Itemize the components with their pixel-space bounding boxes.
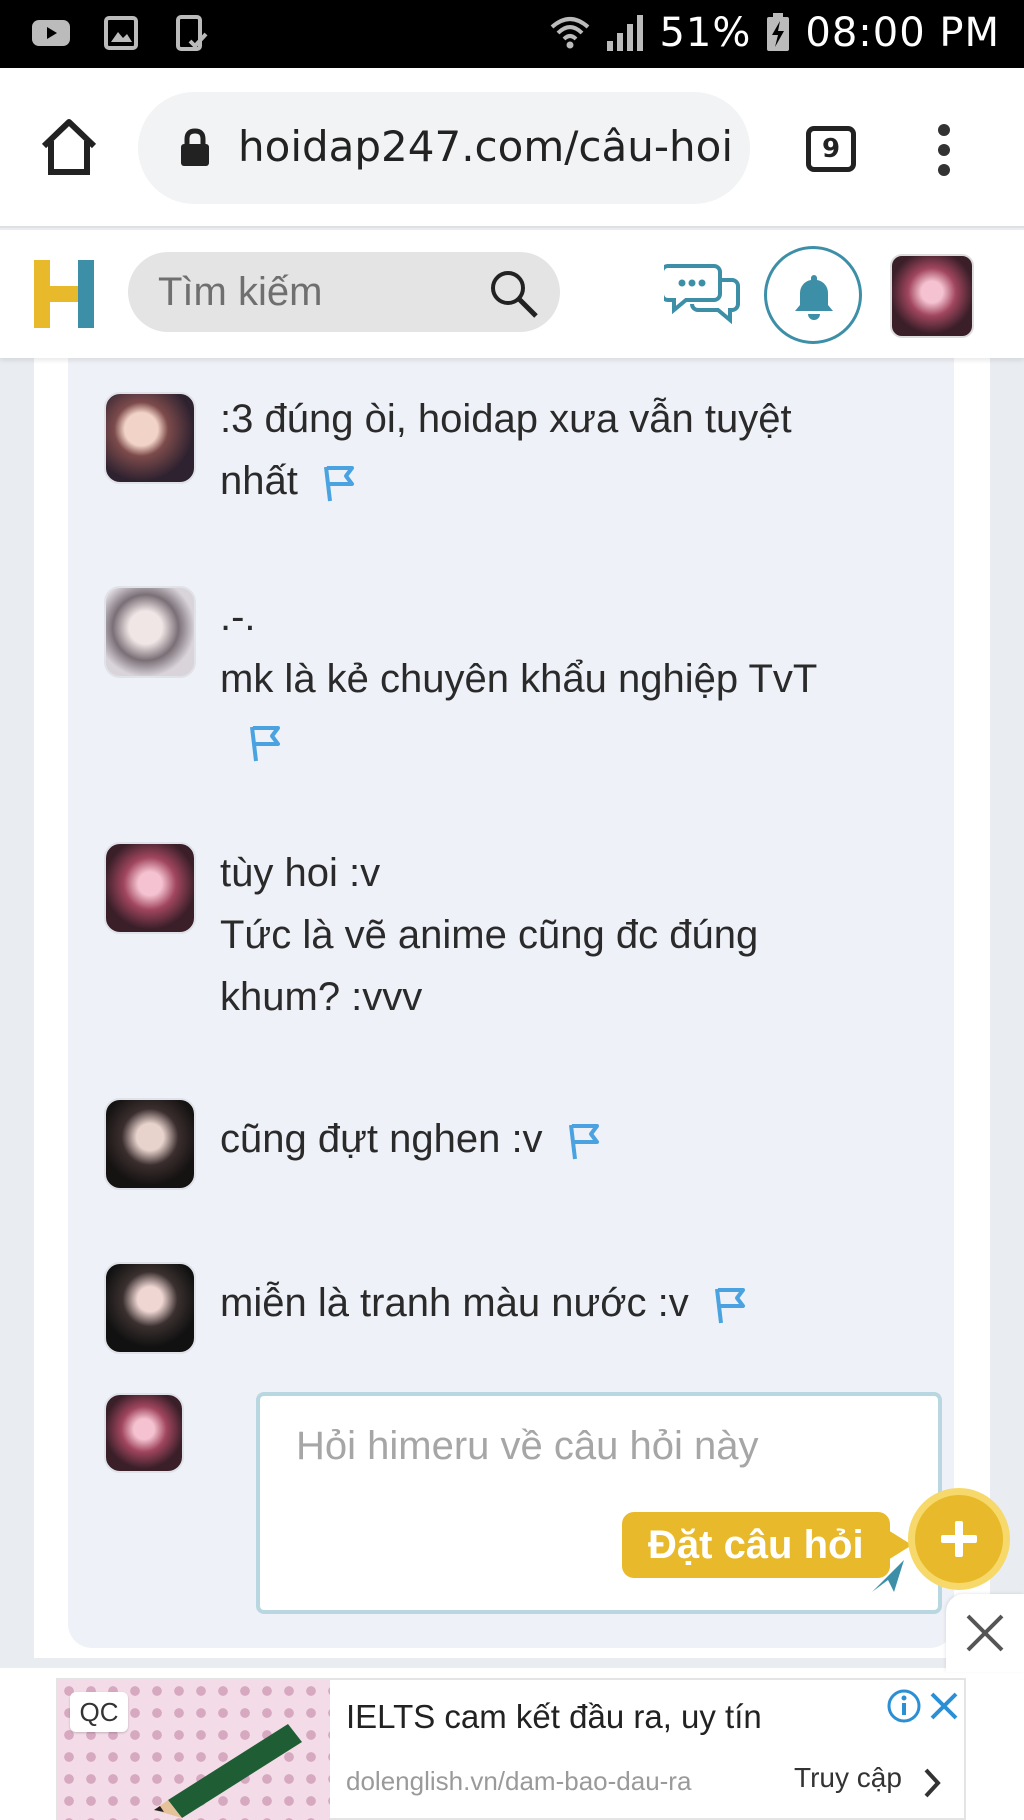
home-button[interactable] xyxy=(38,116,100,178)
ad-container[interactable]: QC IELTS cam kết đầu ra, uy tín dolengli… xyxy=(56,1678,966,1820)
avatar[interactable] xyxy=(104,586,196,678)
comment-line: nhất xyxy=(220,459,298,503)
plus-icon xyxy=(941,1521,977,1557)
comment-line: Tức là vẽ anime cũng đc đúng xyxy=(220,913,759,957)
site-logo[interactable] xyxy=(32,256,98,332)
search-placeholder: Tìm kiếm xyxy=(158,270,323,314)
current-user-avatar xyxy=(104,1393,184,1473)
ad-title[interactable]: IELTS cam kết đầu ra, uy tín xyxy=(346,1698,762,1736)
chat-icon[interactable] xyxy=(664,260,740,326)
gallery-icon xyxy=(100,14,142,52)
status-right: 51% 08:00 PM xyxy=(549,10,1000,56)
comment-line: .-. xyxy=(220,595,256,639)
ad-image: QC xyxy=(58,1680,330,1820)
ad-url: dolenglish.vn/dam-bao-dau-ra xyxy=(346,1766,692,1796)
ad-badge: QC xyxy=(70,1692,128,1732)
report-flag-icon[interactable] xyxy=(711,1285,747,1325)
device-check-icon xyxy=(170,14,212,52)
youtube-icon xyxy=(30,14,72,52)
avatar[interactable] xyxy=(104,1098,196,1190)
clock: 08:00 PM xyxy=(805,10,1000,56)
wifi-icon xyxy=(551,17,590,49)
reply-textarea[interactable]: Hỏi himeru về câu hỏi này xyxy=(256,1392,942,1614)
status-bar: 51% 08:00 PM xyxy=(0,0,1024,68)
close-icon xyxy=(966,1614,1004,1652)
comment-text: miễn là tranh màu nước :v xyxy=(220,1272,900,1334)
comment-text: cũng đựt nghen :v xyxy=(220,1108,900,1170)
status-left-icons xyxy=(30,14,212,52)
comment-text: :3 đúng òi, hoidap xưa vẫn tuyệt nhất xyxy=(220,388,900,512)
signal-icon xyxy=(607,15,644,51)
comment-line: mk là kẻ chuyên khẩu nghiệp TvT xyxy=(220,657,818,701)
url-text: hoidap247.com/câu-hoi xyxy=(238,122,733,171)
ad-close-icon[interactable] xyxy=(928,1690,960,1722)
search-bar[interactable]: Tìm kiếm xyxy=(128,252,560,332)
ad-cta-link[interactable]: Truy cập xyxy=(794,1762,902,1794)
screen: 51% 08:00 PM hoidap247.com/câu-hoi 9 Tìm… xyxy=(0,0,1024,1820)
info-icon[interactable] xyxy=(886,1688,922,1724)
comment-text: tùy hoi :v Tức là vẽ anime cũng đc đúng … xyxy=(220,842,900,1028)
battery-percent: 51% xyxy=(659,10,752,56)
user-avatar[interactable] xyxy=(890,254,974,338)
reply-placeholder: Hỏi himeru về câu hỏi này xyxy=(296,1424,759,1468)
comment-line: khum? :vvv xyxy=(220,975,423,1019)
home-icon xyxy=(41,119,97,175)
browser-toolbar: hoidap247.com/câu-hoi 9 xyxy=(0,68,1024,228)
avatar[interactable] xyxy=(104,1262,196,1354)
tab-switcher-button[interactable]: 9 xyxy=(806,126,856,172)
chevron-right-icon[interactable] xyxy=(920,1766,944,1800)
overflow-menu-button[interactable] xyxy=(934,124,954,176)
content-area: :3 đúng òi, hoidap xưa vẫn tuyệt nhất .-… xyxy=(34,358,990,1658)
report-flag-icon[interactable] xyxy=(320,463,356,503)
comments-card: :3 đúng òi, hoidap xưa vẫn tuyệt nhất .-… xyxy=(68,358,954,1648)
avatar[interactable] xyxy=(104,392,196,484)
comment-text: .-. mk là kẻ chuyên khẩu nghiệp TvT xyxy=(220,586,900,772)
report-flag-icon[interactable] xyxy=(246,723,282,763)
battery-charging-icon xyxy=(767,13,790,51)
comment-line: miễn là tranh màu nước :v xyxy=(220,1281,689,1325)
ask-question-label[interactable]: Đặt câu hỏi xyxy=(622,1512,912,1578)
site-header: Tìm kiếm xyxy=(0,230,1024,358)
address-bar[interactable]: hoidap247.com/câu-hoi xyxy=(138,92,750,204)
notifications-button[interactable] xyxy=(764,246,862,344)
ad-banner[interactable]: QC IELTS cam kết đầu ra, uy tín dolengli… xyxy=(0,1668,1024,1820)
close-ad-button[interactable] xyxy=(946,1594,1024,1672)
avatar[interactable] xyxy=(104,842,196,934)
report-flag-icon[interactable] xyxy=(565,1121,601,1161)
bell-icon xyxy=(795,275,833,320)
comment-line: tùy hoi :v xyxy=(220,851,381,895)
comment-line: cũng đựt nghen :v xyxy=(220,1117,543,1161)
ask-question-button[interactable] xyxy=(908,1488,1010,1590)
lock-icon xyxy=(181,128,209,166)
search-icon[interactable] xyxy=(486,266,540,320)
comment-line: :3 đúng òi, hoidap xưa vẫn tuyệt xyxy=(220,397,792,441)
